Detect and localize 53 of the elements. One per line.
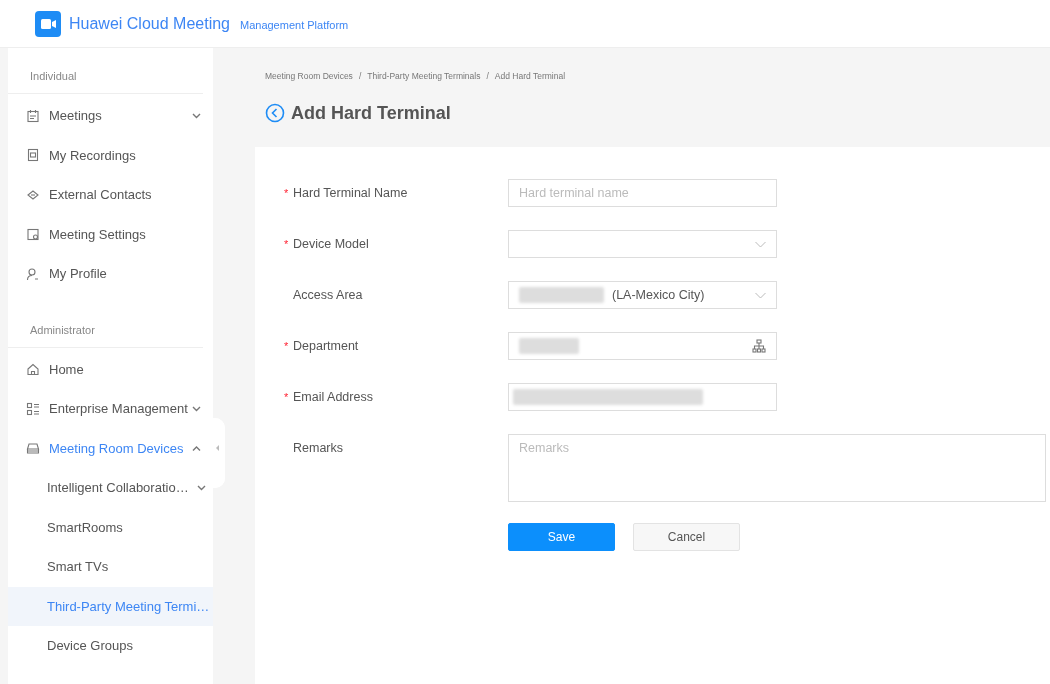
dropdown-field[interactable] xyxy=(508,230,777,258)
calendar-icon xyxy=(26,227,40,242)
sidebar-item[interactable]: Meetings xyxy=(8,96,213,136)
chevron-down-icon xyxy=(192,404,201,414)
dropdown-field[interactable]: (LA-Mexico City) xyxy=(508,281,777,309)
cancel-button[interactable]: Cancel xyxy=(633,523,740,551)
product-subtitle: Management Platform xyxy=(240,18,349,31)
user-icon xyxy=(26,266,40,281)
required-mark: * xyxy=(284,238,290,250)
document-icon xyxy=(26,148,40,163)
product-name: Huawei Cloud Meeting xyxy=(69,14,230,33)
required-mark: * xyxy=(284,187,290,199)
sidebar-item[interactable]: Device Groups xyxy=(8,626,213,666)
breadcrumb-separator: / xyxy=(486,71,489,81)
department-picker[interactable] xyxy=(508,332,777,360)
field-label: Hard Terminal Name xyxy=(293,186,408,200)
sidebar-item[interactable]: My Recordings xyxy=(8,135,213,175)
back-icon[interactable] xyxy=(265,103,285,123)
device-icon xyxy=(26,441,40,456)
sidebar-item[interactable]: Smart TVs xyxy=(8,547,213,587)
chevron-down-icon xyxy=(196,483,206,493)
sidebar-item[interactable]: Intelligent Collaboratio… xyxy=(8,468,213,508)
logo-icon xyxy=(35,10,61,37)
remarks-field[interactable]: Remarks xyxy=(508,434,1046,502)
home-icon xyxy=(26,362,40,377)
sidebar-item[interactable]: Meeting Settings xyxy=(8,214,213,254)
field-label: Department xyxy=(293,339,359,353)
chevron-up-icon xyxy=(192,443,201,453)
sidebar-item[interactable]: Enterprise Management xyxy=(8,389,213,429)
breadcrumb-separator: / xyxy=(358,71,362,81)
org-chart-icon xyxy=(752,339,766,353)
section-heading: Individual xyxy=(8,48,203,94)
section-heading: Administrator xyxy=(8,293,203,348)
input-field[interactable] xyxy=(508,383,777,411)
grid-list-icon xyxy=(26,401,40,416)
input-field[interactable]: Hard terminal name xyxy=(508,179,777,207)
page-title: Add Hard Terminal xyxy=(291,102,451,124)
sidebar-item[interactable]: External Contacts xyxy=(8,175,213,215)
field-label: Device Model xyxy=(293,237,369,251)
required-mark: * xyxy=(284,340,290,352)
field-label: Email Address xyxy=(293,390,373,404)
breadcrumb-item[interactable]: Meeting Room Devices xyxy=(265,71,353,81)
field-label: Remarks xyxy=(293,441,343,455)
sidebar-item[interactable]: Meeting Room Devices xyxy=(8,428,213,468)
field-label: Access Area xyxy=(293,288,363,302)
breadcrumb-item: Add Hard Terminal xyxy=(494,71,566,81)
required-mark: * xyxy=(284,391,290,403)
sidebar-item[interactable]: Home xyxy=(8,349,213,389)
chevron-down-icon xyxy=(192,111,201,121)
breadcrumb-item[interactable]: Third-Party Meeting Terminals xyxy=(367,71,481,81)
sidebar-item[interactable]: SmartRooms xyxy=(8,507,213,547)
sidebar-item[interactable]: My Profile xyxy=(8,254,213,294)
calendar-icon xyxy=(26,108,40,123)
